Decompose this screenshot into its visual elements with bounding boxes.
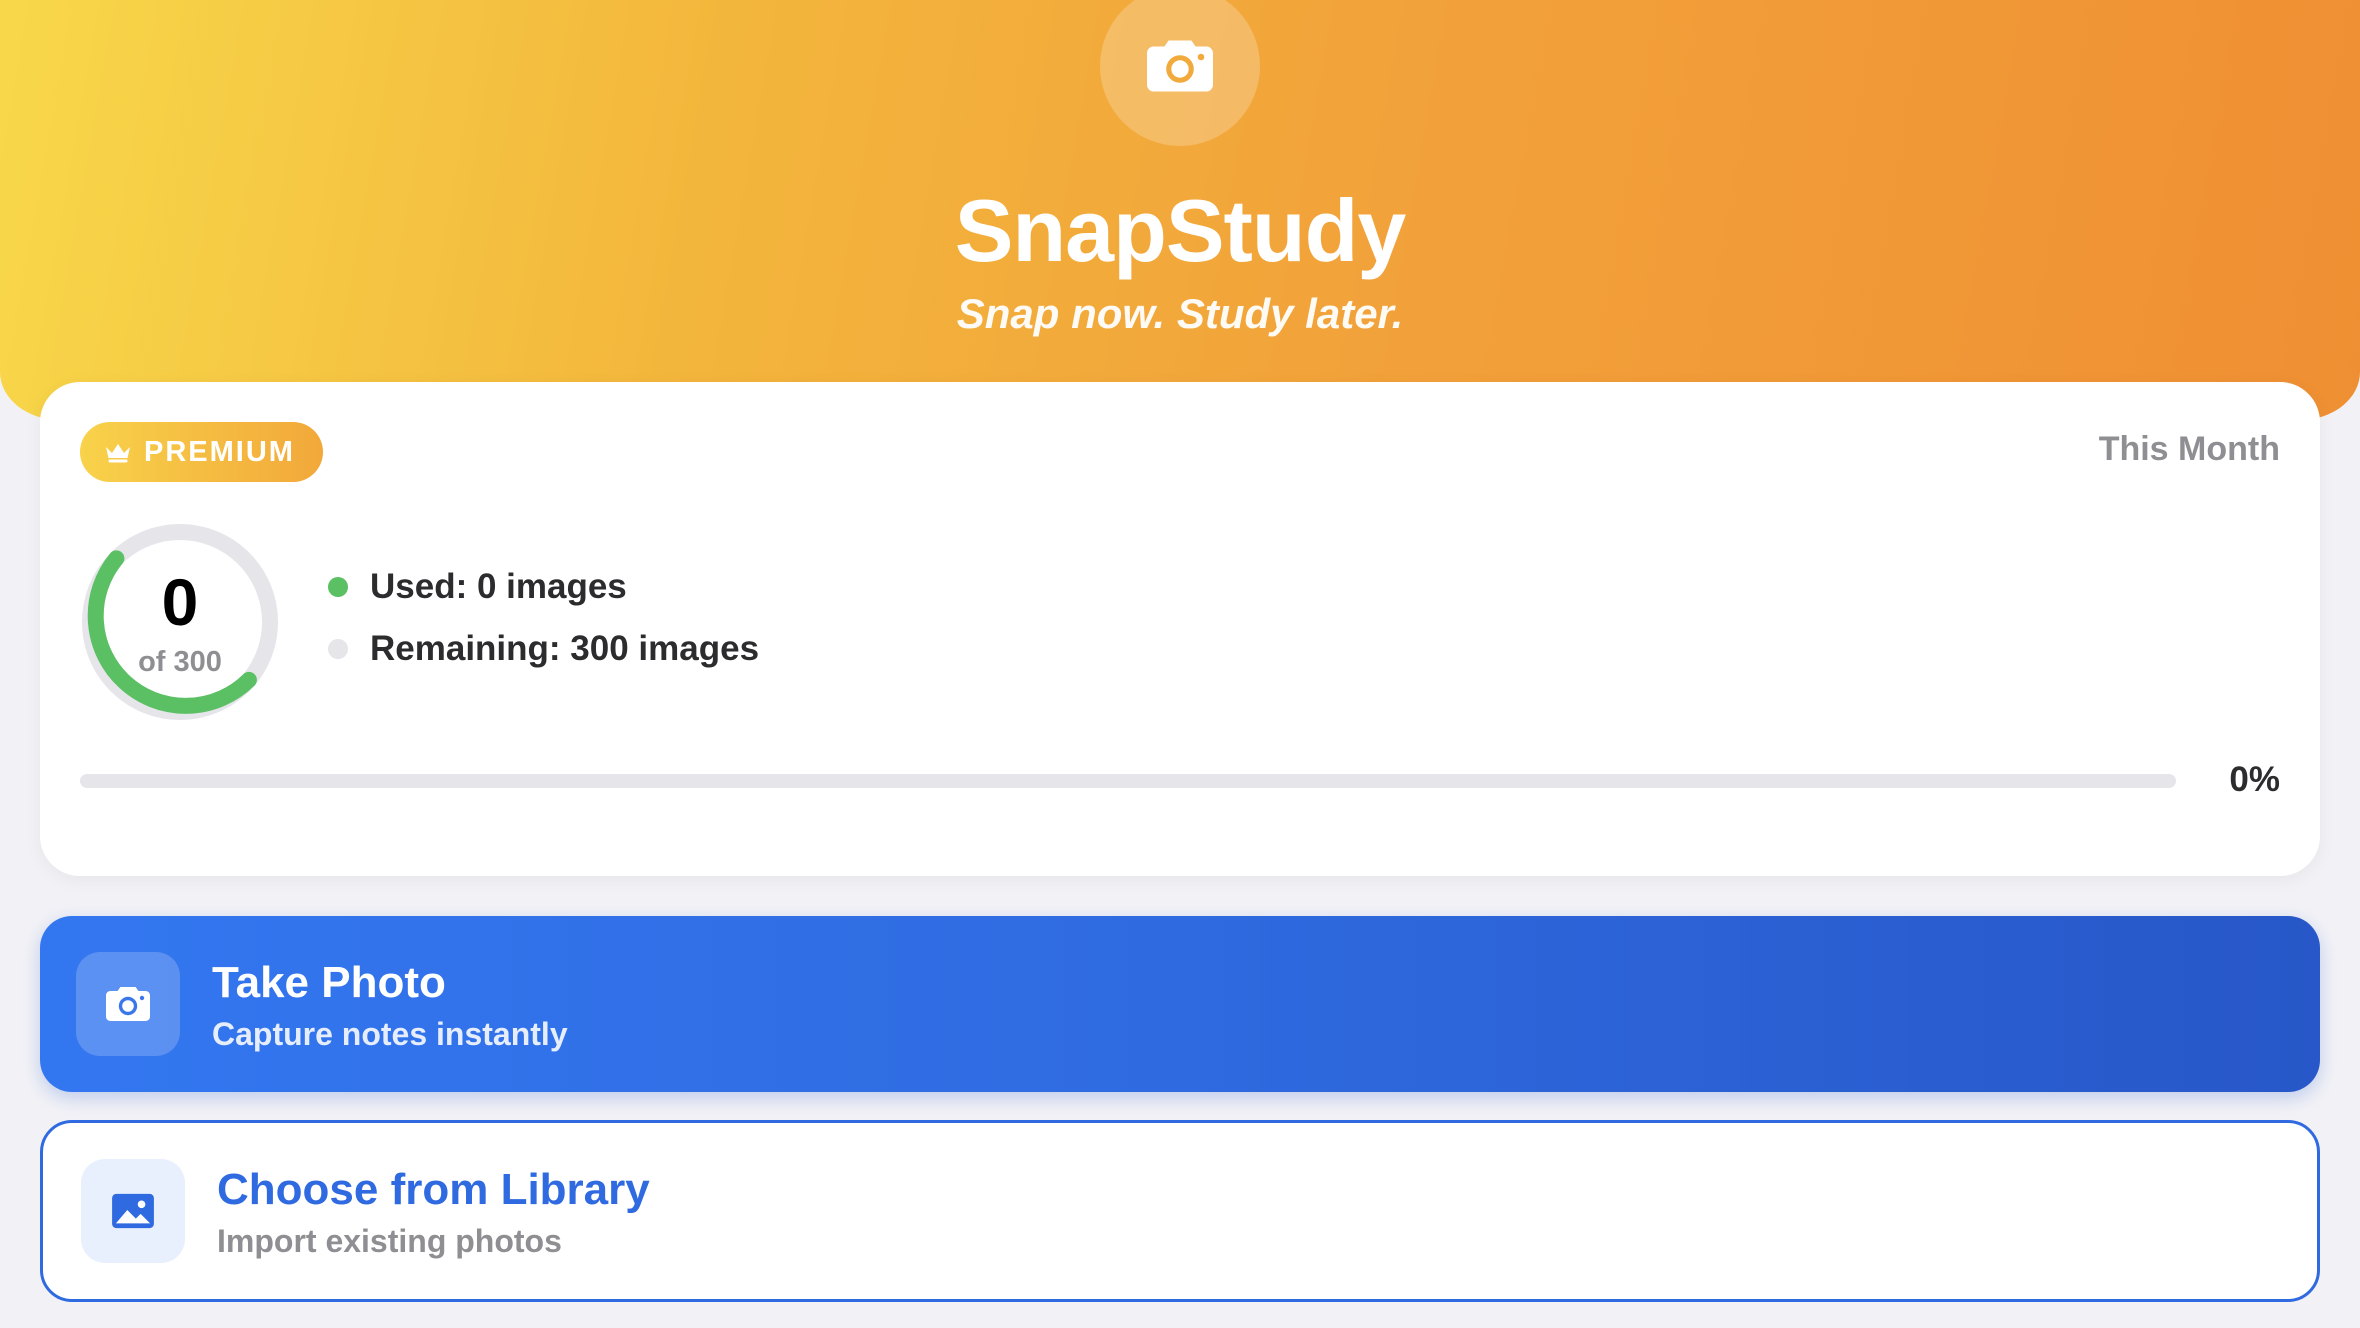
image-icon	[112, 1193, 154, 1229]
premium-badge-label: PREMIUM	[144, 435, 295, 468]
choose-library-subtitle: Import existing photos	[217, 1223, 562, 1259]
used-legend-text: Used: 0 images	[370, 567, 627, 606]
remaining-dot	[328, 639, 348, 659]
period-label: This Month	[2098, 430, 2280, 468]
choose-library-title: Choose from Library	[217, 1165, 650, 1214]
camera-icon	[106, 987, 150, 1021]
usage-card: PREMIUM This Month 0 of 300 Used: 0 imag…	[40, 382, 2320, 876]
legend-remaining: Remaining: 300 images	[328, 618, 759, 680]
take-photo-button[interactable]: Take Photo Capture notes instantly	[40, 916, 2320, 1092]
choose-library-button[interactable]: Choose from Library Import existing phot…	[40, 1120, 2320, 1302]
camera-icon	[1147, 40, 1213, 92]
app-header: SnapStudy Snap now. Study later.	[0, 0, 2360, 420]
usage-ring: 0 of 300	[80, 522, 280, 722]
crown-icon	[106, 444, 130, 463]
take-photo-icon-box	[76, 952, 180, 1056]
app-title: SnapStudy	[954, 181, 1407, 280]
take-photo-subtitle: Capture notes instantly	[212, 1016, 568, 1052]
usage-progress-bar	[80, 774, 2176, 788]
usage-legend: Used: 0 images Remaining: 300 images	[328, 556, 759, 680]
choose-library-icon-box	[81, 1159, 185, 1263]
used-dot	[328, 577, 348, 597]
used-count: 0	[161, 565, 199, 639]
total-label: of 300	[138, 646, 222, 678]
app-tagline: Snap now. Study later.	[956, 290, 1404, 337]
remaining-legend-text: Remaining: 300 images	[370, 629, 760, 668]
legend-used: Used: 0 images	[328, 556, 759, 618]
take-photo-title: Take Photo	[212, 958, 446, 1007]
header-camera-badge	[1100, 0, 1260, 146]
usage-progress-percent: 0%	[2229, 760, 2280, 799]
premium-badge: PREMIUM	[80, 422, 323, 482]
